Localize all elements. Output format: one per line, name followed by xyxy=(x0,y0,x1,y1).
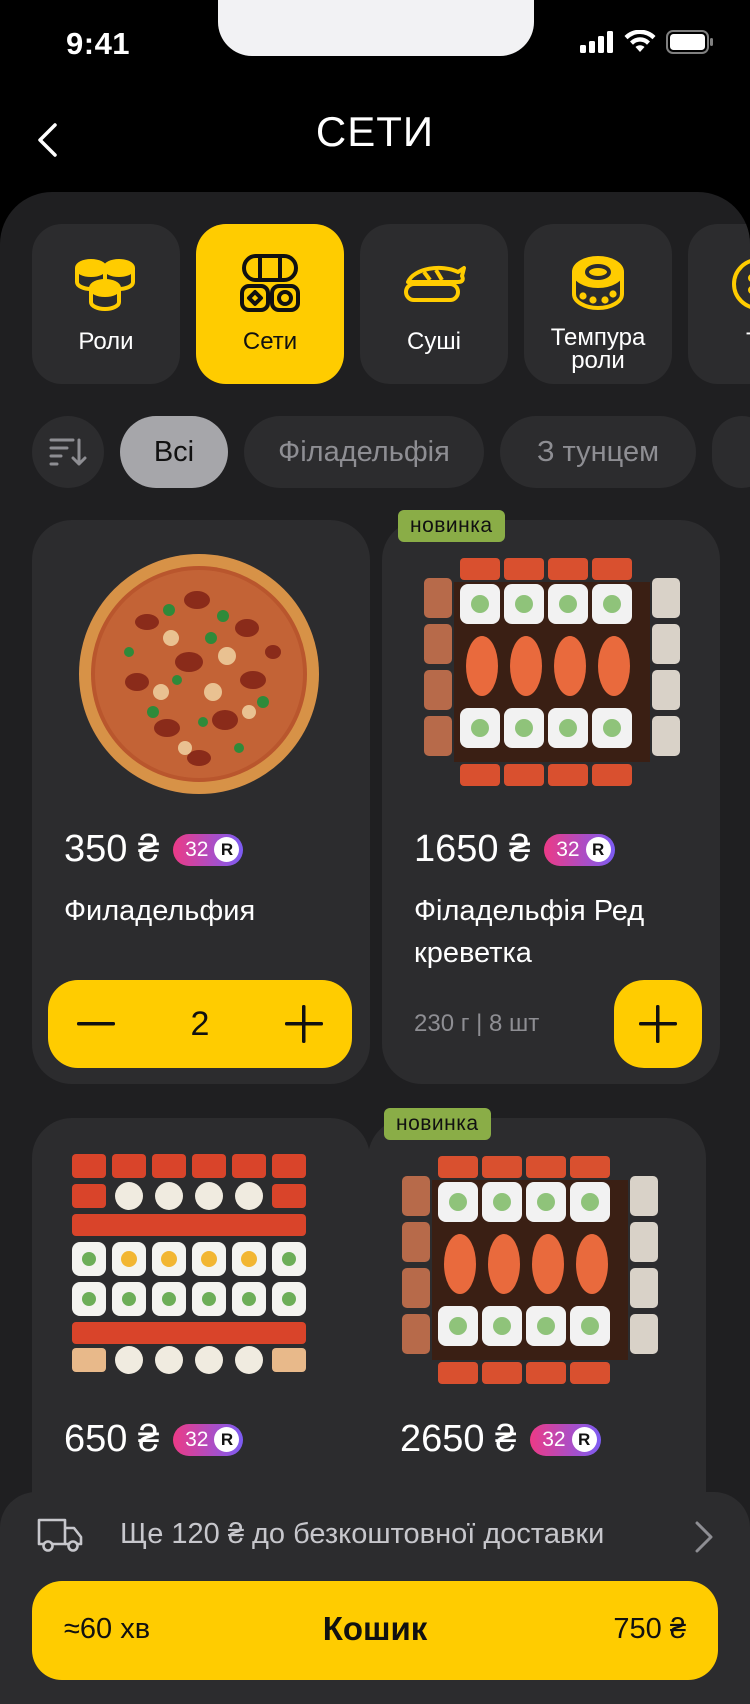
price-row: 650 ₴ 32 R xyxy=(64,1418,244,1461)
sets-icon xyxy=(238,248,302,320)
product-card[interactable]: 350 ₴ 32 R Филадельфия 2 xyxy=(32,520,370,1084)
category-sets[interactable]: Сети xyxy=(196,224,344,384)
category-label: Суші xyxy=(407,328,461,355)
add-to-cart-button[interactable] xyxy=(614,980,702,1068)
rolls-icon xyxy=(73,248,139,320)
bonus-r-icon: R xyxy=(585,837,611,862)
product-image-sushi-set xyxy=(402,1156,658,1384)
tempura-roll-icon xyxy=(569,248,627,320)
category-partial[interactable]: Т xyxy=(688,224,750,384)
price-row: 2650 ₴ 32 R xyxy=(400,1418,601,1461)
category-label: Роли xyxy=(78,328,134,355)
product-price: 650 ₴ xyxy=(64,1418,160,1460)
sort-button[interactable] xyxy=(32,416,104,488)
product-name: Філадельфія Ред креветка xyxy=(414,895,645,969)
filter-chip-tuna[interactable]: З тунцем xyxy=(500,416,696,488)
bonus-badge: 32 R xyxy=(173,1423,244,1456)
price-row: 1650 ₴ 32 R xyxy=(414,828,615,871)
battery-icon xyxy=(666,30,713,54)
category-tempura-rolls[interactable]: Темпура роли xyxy=(524,224,672,384)
decrement-button[interactable] xyxy=(48,980,144,1068)
product-image-sushi-set xyxy=(424,558,680,786)
bonus-r-icon: R xyxy=(214,837,240,862)
filter-chip-all[interactable]: Всі xyxy=(120,416,228,488)
status-bar: 9:41 xyxy=(0,0,750,94)
quantity-stepper: 2 xyxy=(48,980,352,1068)
bonus-r-icon: R xyxy=(214,1427,240,1452)
category-label: Темпура роли xyxy=(550,324,646,374)
cart-button[interactable]: ≈60 хв Кошик 750 ₴ xyxy=(32,1581,718,1680)
status-icons xyxy=(580,30,714,54)
product-image-sushi-set xyxy=(72,1154,312,1388)
filter-chip-more[interactable] xyxy=(712,416,750,488)
bonus-amount: 32 xyxy=(185,1427,209,1451)
price-row: 350 ₴ 32 R xyxy=(64,828,244,871)
chevron-right-icon xyxy=(695,1521,713,1553)
bonus-amount: 32 xyxy=(542,1427,566,1451)
filter-bar: Всі Філадельфія З тунцем xyxy=(32,416,750,488)
product-price: 350 ₴ xyxy=(64,828,160,870)
bonus-badge: 32 R xyxy=(173,833,244,866)
product-image-pizza xyxy=(77,552,321,796)
plus-icon xyxy=(284,1005,323,1043)
plus-icon xyxy=(639,1005,677,1043)
bonus-badge: 32 R xyxy=(544,833,615,866)
category-list: Роли Сети Суші Темпура роли xyxy=(32,224,750,384)
minus-icon xyxy=(77,1022,115,1026)
bonus-badge: 32 R xyxy=(530,1423,601,1456)
bonus-r-icon: R xyxy=(571,1427,597,1452)
category-label: Т xyxy=(746,330,750,354)
page-title: СЕТИ xyxy=(315,108,435,155)
quantity-value: 2 xyxy=(190,1004,210,1043)
header: СЕТИ xyxy=(0,94,750,190)
bottom-panel: Ще 120 ₴ до безкоштовної доставки ≈60 хв… xyxy=(0,1492,750,1704)
sort-icon xyxy=(49,438,87,466)
product-card[interactable]: новинка 1650 ₴ 32 R Філадельфія Ред крев… xyxy=(382,510,720,1084)
roll-icon xyxy=(728,248,750,320)
sushi-icon xyxy=(402,248,466,320)
product-price: 1650 ₴ xyxy=(414,828,531,870)
cart-total: 750 ₴ xyxy=(613,1613,686,1645)
increment-button[interactable] xyxy=(256,980,352,1068)
wifi-icon xyxy=(624,30,656,52)
bonus-amount: 32 xyxy=(185,837,209,861)
device-notch xyxy=(218,0,534,56)
bonus-amount: 32 xyxy=(556,837,580,861)
status-time: 9:41 xyxy=(66,26,131,61)
signal-icon xyxy=(580,31,613,53)
category-label: Сети xyxy=(242,328,298,355)
category-rolls[interactable]: Роли xyxy=(32,224,180,384)
new-badge: новинка xyxy=(398,510,505,542)
content-sheet: Роли Сети Суші Темпура роли Всі Філадель… xyxy=(0,192,750,1704)
free-delivery-banner[interactable]: Ще 120 ₴ до безкоштовної доставки xyxy=(0,1492,750,1582)
new-badge: новинка xyxy=(384,1108,491,1140)
truck-icon xyxy=(37,1518,83,1552)
filter-chip-philadelphia[interactable]: Філадельфія xyxy=(244,416,484,488)
product-price: 2650 ₴ xyxy=(400,1418,517,1460)
product-weight: 230 г | 8 шт xyxy=(414,1010,540,1037)
category-sushi[interactable]: Суші xyxy=(360,224,508,384)
product-name: Филадельфия xyxy=(64,895,256,927)
free-delivery-text: Ще 120 ₴ до безкоштовної доставки xyxy=(120,1518,605,1550)
